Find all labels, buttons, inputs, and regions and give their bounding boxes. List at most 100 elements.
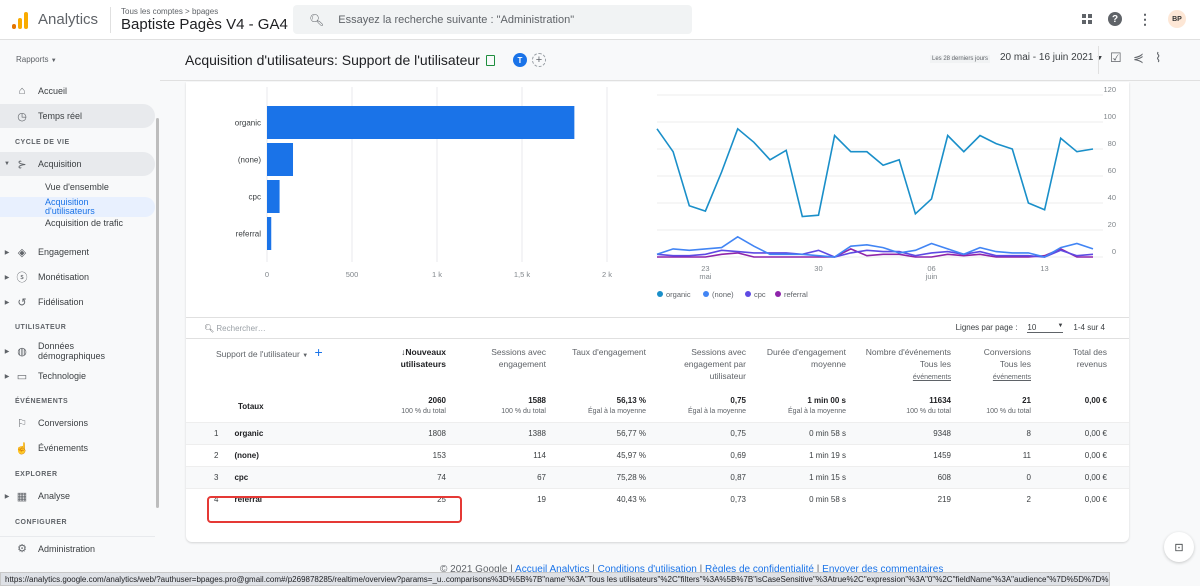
category-label: (none) (238, 156, 261, 165)
app-name: Analytics (38, 11, 99, 28)
legend-dot (775, 291, 781, 297)
status-bar-url: https://analytics.google.com/analytics/w… (0, 572, 1110, 586)
totals-row: Totaux 2060 100 % du total 1588 100 % du tot… (186, 388, 1129, 422)
bar-organic[interactable] (267, 106, 575, 139)
column-header-engaged-sessions[interactable]: Sessions avec engagement (454, 340, 554, 388)
sidebar-item-acquisition[interactable]: ▼ ⊱ Acquisition (0, 152, 155, 176)
sidebar-item-monetisation[interactable]: ▶ ⓢ Monétisation (0, 265, 155, 289)
sidebar-scrollbar[interactable] (156, 118, 159, 508)
search-icon: 🔍︎ (309, 12, 325, 27)
x-tick-label: 2 k (602, 270, 612, 279)
bar-referral[interactable] (267, 217, 272, 250)
dollar-icon: ⓢ (16, 272, 28, 284)
acquisition-icon: ⊱ (17, 158, 27, 171)
analytics-logo-icon[interactable] (12, 11, 28, 29)
account-breadcrumb: Tous les comptes > bpages (121, 6, 219, 16)
row-dimension: cpc (226, 465, 384, 488)
section-configure: CONFIGURER (15, 519, 68, 526)
column-header-avg-engagement[interactable]: Durée d'engagement moyenne (754, 340, 854, 388)
chevron-down-icon: ▼ (50, 58, 57, 64)
sidebar-item-accueil[interactable]: ⌂ Accueil (0, 79, 155, 103)
column-header-dimension[interactable]: Support de l'utilisateur ▼ + (186, 340, 384, 388)
customize-report-icon[interactable]: ☑ (1110, 50, 1122, 66)
legend-label[interactable]: organic (666, 290, 691, 299)
share-icon[interactable]: ⋞ (1133, 50, 1144, 66)
bar-cpc[interactable] (267, 180, 280, 213)
table-row[interactable]: 2 (none) 153 114 45,97 % 0,69 1 min 19 s 1459 11… (186, 443, 1129, 466)
column-header-engagement-rate[interactable]: Taux d'engagement (554, 340, 654, 388)
table-row[interactable]: 1 organic 1808 1388 56,77 % 0,75 0 min 58 s 934… (186, 421, 1129, 444)
pagination-info: 1-4 sur 4 (1073, 323, 1105, 332)
table-cell: 0,87 (654, 465, 754, 488)
comparison-badge[interactable]: T (513, 53, 527, 67)
reports-dropdown[interactable]: Rapports ▼ (16, 55, 57, 64)
table-row[interactable]: 3 cpc 74 67 75,28 % 0,87 1 min 15 s 608 0 0,00 € (186, 465, 1129, 488)
section-lifecycle: CYCLE DE VIE (15, 139, 70, 146)
sidebar-item-analysis[interactable]: ▶ ▦ Analyse (0, 484, 155, 508)
sidebar-sub-traffic-acquisition[interactable]: Acquisition de trafic (45, 219, 125, 228)
table-cell: 114 (454, 443, 554, 466)
category-label: organic (235, 119, 261, 128)
expand-arrow-icon: ▶ (4, 274, 10, 281)
table-cell: 0,00 € (1039, 487, 1129, 510)
expand-arrow-icon: ▶ (4, 348, 10, 355)
expand-arrow-icon: ▼ (4, 161, 10, 167)
section-user: UTILISATEUR (15, 324, 67, 331)
account-selector[interactable]: Tous les comptes > bpages Baptiste Pagès… (121, 7, 300, 33)
insights-icon[interactable]: ⌇ (1155, 50, 1161, 66)
sidebar-item-events[interactable]: ☝ Événements (0, 436, 155, 460)
chevron-down-icon: ▼ (1057, 323, 1064, 329)
help-icon[interactable]: ? (1108, 12, 1122, 26)
table-cell: 56,77 % (554, 421, 654, 444)
totals-cell: 11634 100 % du total (906, 396, 951, 415)
section-explore: EXPLORER (15, 471, 58, 478)
x-tick-label: 0 (265, 270, 269, 279)
sidebar-item-conversions[interactable]: ⚐ Conversions (0, 411, 155, 435)
events-link[interactable]: événements (913, 374, 951, 381)
add-comparison-button[interactable]: + (532, 53, 546, 67)
x-tick-label: 500 (346, 270, 359, 279)
column-header-conversions[interactable]: Conversions Tous les événements (959, 340, 1039, 388)
property-name: Baptiste Pagès V4 - GA4 (121, 15, 288, 33)
rows-per-page-select[interactable]: 10 ▼ (1027, 323, 1064, 333)
legend-label[interactable]: (none) (712, 290, 734, 299)
column-header-sessions-per-user[interactable]: Sessions avec engagement par utilisateur (654, 340, 754, 388)
y-tick-label: 0 (1112, 247, 1116, 256)
legend-label[interactable]: referral (784, 290, 808, 299)
add-dimension-button[interactable]: + (315, 344, 323, 360)
column-header-event-count[interactable]: Nombre d'événements Tous les événements (854, 340, 959, 388)
totals-cell: 1 min 00 s Égal à la moyenne (788, 396, 846, 415)
totals-cell: 56,13 % Égal à la moyenne (588, 396, 646, 415)
sidebar-item-demographics[interactable]: ▶ ◍ Données démographiques (0, 337, 155, 365)
table-cell: 1 min 19 s (754, 443, 854, 466)
sidebar-sub-overview[interactable]: Vue d'ensemble (45, 183, 109, 192)
column-header-new-users[interactable]: ↓Nouveaux utilisateurs (384, 340, 454, 388)
bar-none[interactable] (267, 143, 294, 176)
line-chart: 02040608010012023mai30 06juin13organic (no… (656, 85, 1116, 299)
column-header-revenue[interactable]: Total des revenus (1039, 340, 1129, 388)
table-search-input[interactable]: 🔍︎ Rechercher… (204, 324, 266, 333)
y-tick-label: 80 (1108, 139, 1116, 148)
table-cell: 11 (959, 443, 1039, 466)
saved-report-icon[interactable] (485, 55, 495, 66)
sidebar-item-engagement[interactable]: ▶ ◈ Engagement (0, 240, 155, 264)
sidebar-item-temps-reel[interactable]: ◷ Temps réel (0, 104, 155, 128)
legend-label[interactable]: cpc (754, 290, 766, 299)
events-link[interactable]: événements (993, 374, 1031, 381)
sidebar-item-fidelisation[interactable]: ▶ ↺ Fidélisation (0, 290, 155, 314)
more-vert-icon[interactable]: ⋮ (1138, 12, 1152, 26)
top-bar: Analytics Tous les comptes > bpages Bapt… (0, 0, 1200, 40)
feedback-button[interactable]: ⊡ (1164, 532, 1194, 562)
search-input[interactable]: 🔍︎ Essayez la recherche suivante : "Admi… (293, 5, 692, 34)
report-header: Acquisition d'utilisateurs: Support de l… (160, 40, 1200, 81)
legend-dot (657, 291, 663, 297)
sidebar-sub-user-acquisition[interactable]: Acquisition d'utilisateurs (0, 197, 155, 217)
sidebar-item-admin[interactable]: ⚙ Administration (0, 536, 155, 560)
expand-arrow-icon: ▶ (4, 249, 10, 256)
expand-arrow-icon: ▶ (4, 373, 10, 380)
sidebar-item-technology[interactable]: ▶ ▭ Technologie (0, 364, 155, 388)
date-range-picker[interactable]: 20 mai - 16 juin 2021 ▼ (1000, 52, 1103, 63)
table-cell: 219 (854, 487, 959, 510)
avatar[interactable]: BP (1168, 10, 1186, 28)
apps-grid-icon[interactable] (1082, 14, 1092, 24)
